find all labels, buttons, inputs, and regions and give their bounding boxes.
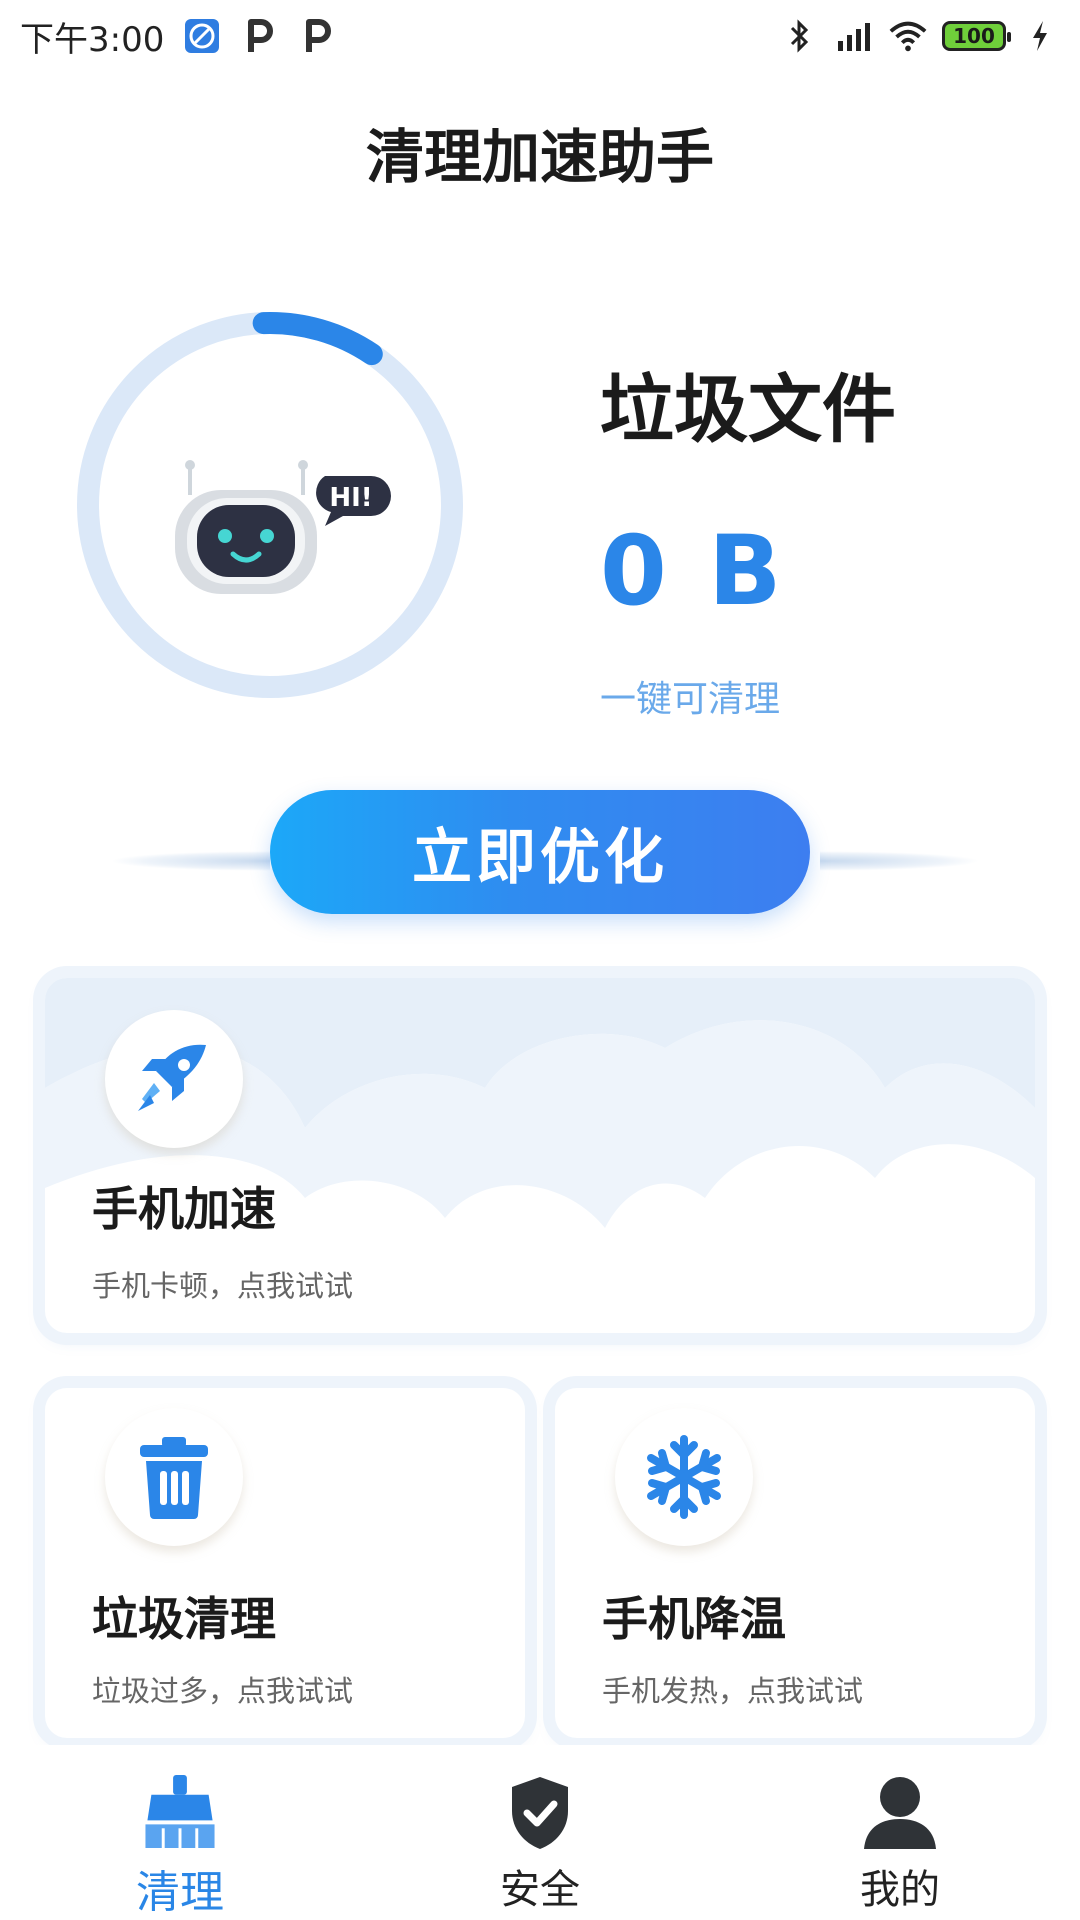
speed-icon-badge (105, 1010, 243, 1148)
nav-label-security: 安全 (500, 1867, 580, 1913)
phone-speed-title: 手机加速 (92, 1182, 276, 1236)
signal-icon (834, 16, 874, 56)
nav-label-mine: 我的 (860, 1867, 940, 1913)
decorative-line-right (820, 851, 980, 871)
trash-icon (140, 1437, 208, 1519)
nav-item-mine[interactable]: 我的 (720, 1745, 1080, 1920)
wifi-icon (888, 16, 928, 56)
junk-clean-icon-badge (105, 1408, 243, 1546)
snowflake-icon (647, 1435, 721, 1519)
user-icon (864, 1777, 936, 1849)
junk-size-value: 0 B (600, 515, 786, 627)
junk-files-title: 垃圾文件 (600, 367, 896, 453)
junk-clean-subtitle: 垃圾过多，点我试试 (92, 1674, 354, 1708)
nav-item-security[interactable]: 安全 (360, 1745, 720, 1920)
junk-clean-title: 垃圾清理 (92, 1592, 276, 1646)
bottom-navigation: 清理 安全 我的 (0, 1745, 1080, 1920)
broom-icon (145, 1775, 215, 1849)
parking-app-icon (240, 16, 280, 56)
battery-icon: 100 (942, 21, 1011, 51)
nav-label-clean: 清理 (136, 1867, 224, 1918)
cool-down-card[interactable]: 手机降温 手机发热，点我试试 (555, 1388, 1035, 1738)
decorative-line-left (110, 851, 270, 871)
phone-speed-card[interactable]: 手机加速 手机卡顿，点我试试 (45, 978, 1035, 1333)
junk-subtitle: 一键可清理 (600, 679, 781, 720)
battery-level: 100 (953, 24, 995, 48)
bluetooth-icon (780, 16, 820, 56)
status-bar: 下午3:00 100 (0, 0, 1080, 72)
robot-mascot-icon: HI! (175, 460, 391, 594)
cool-down-icon-badge (615, 1408, 753, 1546)
cool-down-title: 手机降温 (602, 1592, 786, 1646)
phone-speed-subtitle: 手机卡顿，点我试试 (92, 1269, 354, 1303)
cool-down-subtitle: 手机发热，点我试试 (602, 1674, 864, 1708)
browser-icon (182, 16, 222, 56)
robot-bubble-text: HI! (329, 483, 372, 513)
shield-check-icon (512, 1777, 568, 1849)
status-time: 下午3:00 (20, 19, 165, 60)
page-title: 清理加速助手 (365, 123, 714, 191)
optimize-now-button[interactable]: 立即优化 (270, 790, 810, 914)
charging-icon (1020, 16, 1060, 56)
nav-item-clean[interactable]: 清理 (0, 1745, 360, 1920)
rocket-icon (138, 1044, 206, 1111)
parking-app-icon (298, 16, 338, 56)
junk-clean-card[interactable]: 垃圾清理 垃圾过多，点我试试 (45, 1388, 525, 1738)
